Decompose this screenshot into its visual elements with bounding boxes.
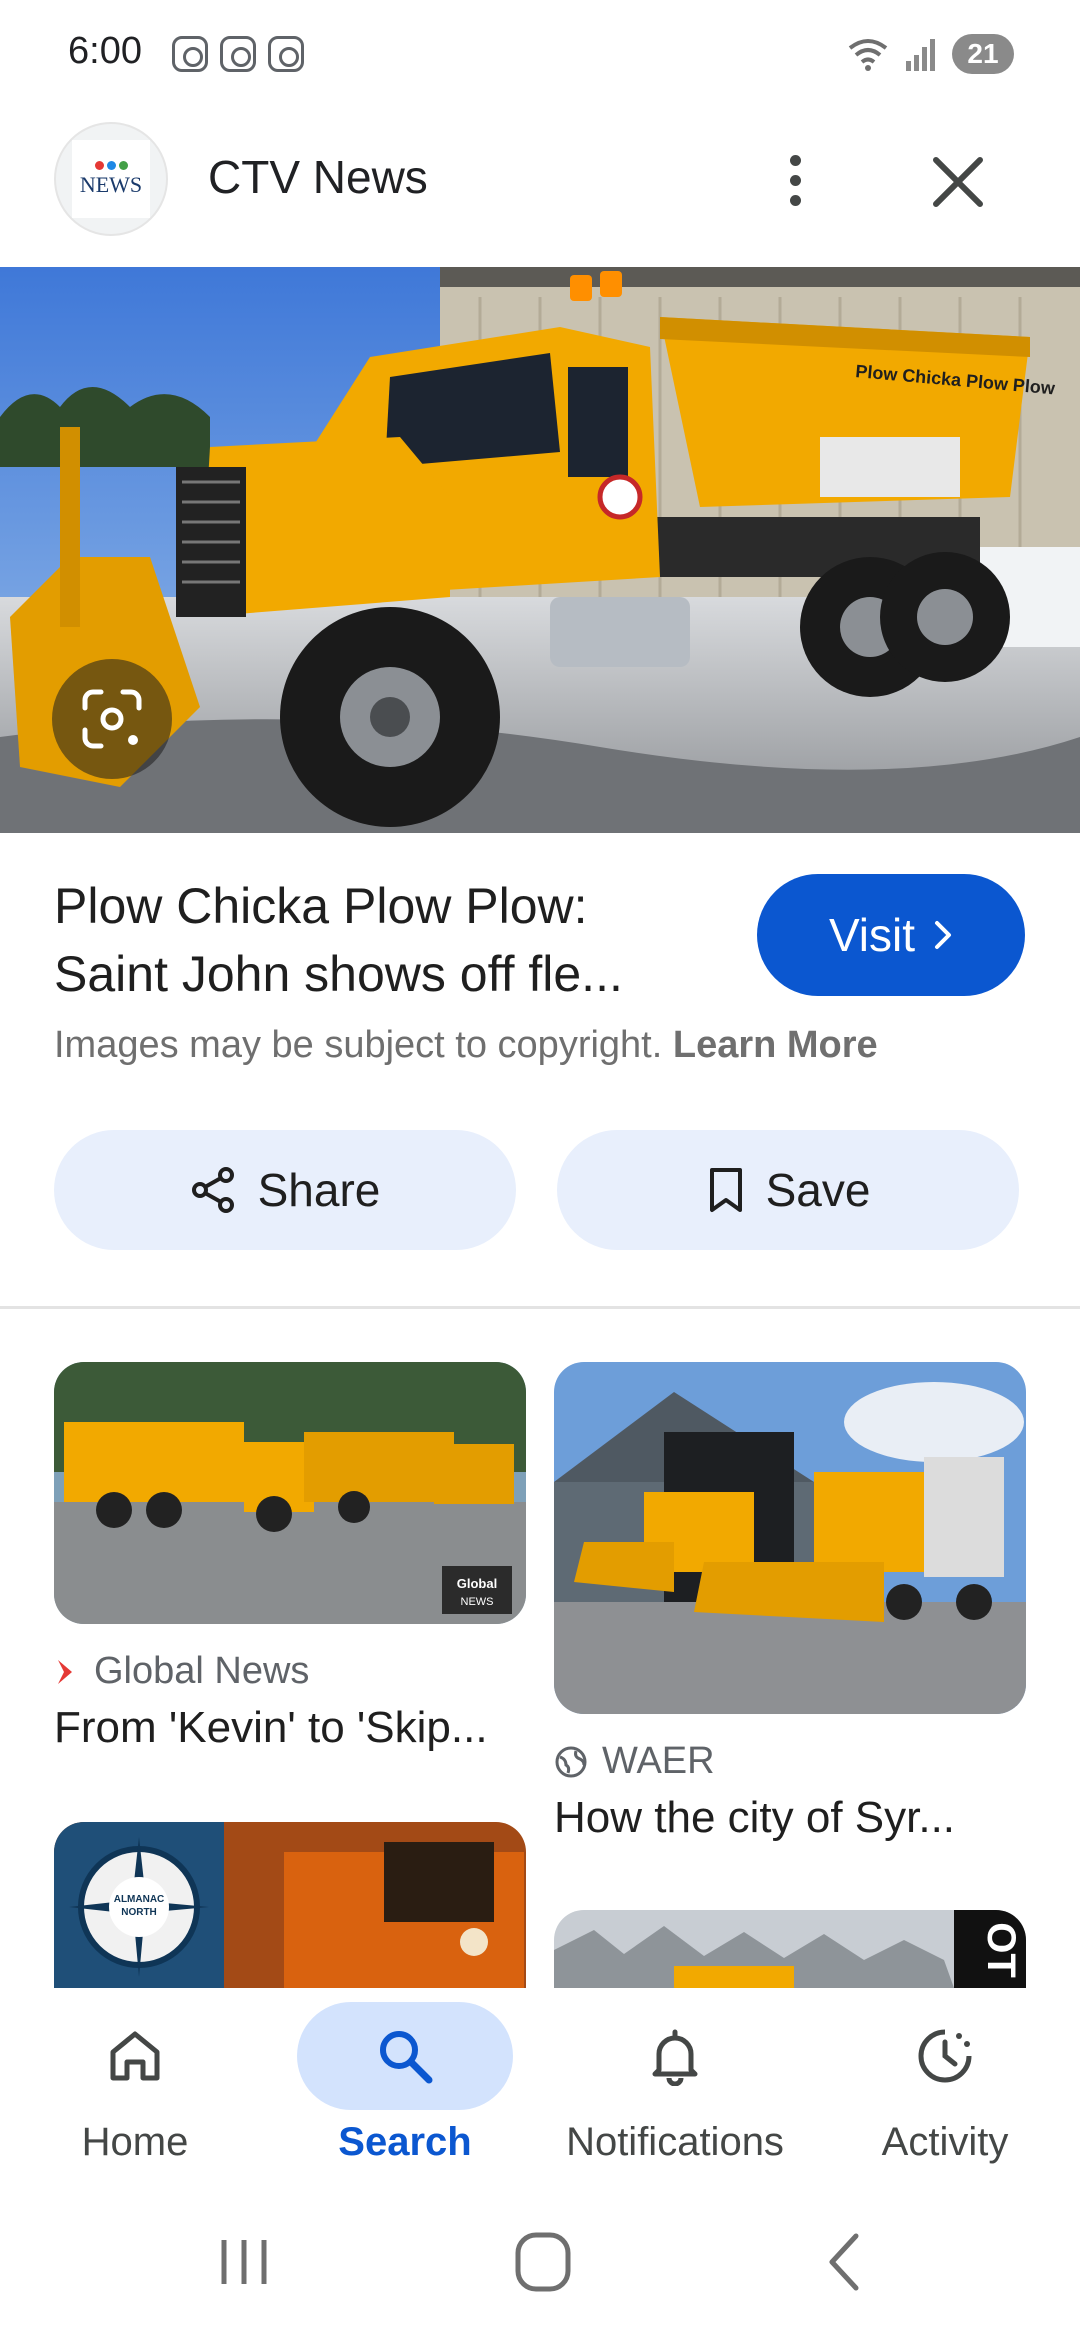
related-card[interactable]: WAER How the city of Syr...: [554, 1362, 1026, 1843]
visit-button[interactable]: Visit: [757, 874, 1025, 996]
activity-icon: [918, 2029, 972, 2083]
nav-search-pill: [297, 2002, 513, 2110]
copyright-notice: Images may be subject to copyright. Lear…: [54, 1024, 878, 1067]
signal-icon: [906, 39, 935, 71]
back-icon[interactable]: [820, 2230, 870, 2294]
google-lens-icon[interactable]: [52, 659, 172, 779]
source-logo[interactable]: NEWS: [54, 122, 168, 236]
related-source-name: WAER: [602, 1740, 715, 1782]
global-news-icon: [58, 1659, 72, 1684]
battery-indicator: 21: [952, 34, 1014, 74]
svg-text:ALMANAC: ALMANAC: [114, 1894, 165, 1905]
nav-activity[interactable]: Activity: [810, 1988, 1080, 2200]
nav-activity-label: Activity: [881, 2120, 1009, 2164]
chevron-right-icon: [935, 921, 952, 949]
wifi-icon: [848, 39, 888, 71]
more-vert-icon[interactable]: [775, 140, 815, 220]
screenshot-icon: [220, 36, 256, 72]
related-image: OT: [554, 1910, 1026, 1988]
status-bar: 6:00 21: [0, 0, 1080, 110]
visit-label: Visit: [828, 909, 916, 961]
share-button[interactable]: Share: [54, 1130, 516, 1250]
home-button-icon[interactable]: [513, 2230, 573, 2294]
nav-search-label: Search: [338, 2120, 472, 2164]
related-caption[interactable]: From 'Kevin' to 'Skip...: [54, 1703, 526, 1753]
status-system-icons: 21: [846, 34, 1014, 74]
recent-apps-icon[interactable]: [214, 2232, 274, 2292]
related-source: WAER: [554, 1740, 1026, 1783]
save-label: Save: [765, 1164, 871, 1216]
instagram-icon: [268, 36, 304, 72]
learn-more-link[interactable]: Learn More: [673, 1024, 878, 1066]
instagram-icon: [172, 36, 208, 72]
globe-icon: [555, 1746, 587, 1777]
bookmark-icon: [709, 1168, 742, 1212]
related-source: Global News: [54, 1650, 526, 1693]
related-image: ALMANAC NORTH: [54, 1822, 526, 1988]
nav-home-label: Home: [81, 2120, 189, 2164]
related-image: [554, 1362, 1026, 1714]
related-card[interactable]: Global NEWS Global News From 'Kevin' to …: [54, 1362, 526, 1753]
bottom-nav: Home Search Notifications Activity: [0, 1988, 1080, 2200]
status-notification-icons: [172, 36, 304, 72]
related-caption[interactable]: How the city of Syr...: [554, 1793, 1026, 1843]
nav-notifications-label: Notifications: [566, 2120, 784, 2164]
related-source-name: Global News: [94, 1650, 310, 1692]
svg-text:OT: OT: [979, 1922, 1023, 1978]
related-image: Global NEWS: [54, 1362, 526, 1624]
main-image[interactable]: Plow Chicka Plow Plow: [0, 267, 1080, 833]
close-icon[interactable]: [930, 140, 986, 220]
system-navigation-bar: [0, 2200, 1080, 2340]
copyright-text: Images may be subject to copyright.: [54, 1024, 663, 1066]
nav-home[interactable]: Home: [0, 1988, 270, 2200]
nav-notifications[interactable]: Notifications: [540, 1988, 810, 2200]
status-time: 6:00: [68, 30, 142, 72]
svg-text:Global: Global: [457, 1576, 497, 1591]
logo-text: NEWS: [79, 171, 143, 197]
divider: [0, 1306, 1080, 1309]
result-title[interactable]: Plow Chicka Plow Plow: Saint John shows …: [54, 872, 714, 1008]
nav-activity-pill: [837, 2002, 1053, 2110]
search-icon: [380, 2031, 433, 2084]
related-card[interactable]: OT: [554, 1910, 1026, 1988]
home-icon: [110, 2031, 160, 2081]
nav-home-pill: [27, 2002, 243, 2110]
svg-text:NEWS: NEWS: [461, 1596, 494, 1608]
nav-notifications-pill: [567, 2002, 783, 2110]
bell-icon: [652, 2029, 698, 2086]
save-button[interactable]: Save: [557, 1130, 1019, 1250]
share-icon: [191, 1167, 234, 1213]
svg-text:NORTH: NORTH: [121, 1907, 157, 1918]
source-header: NEWS CTV News: [0, 120, 1080, 260]
nav-search[interactable]: Search: [270, 1988, 540, 2200]
related-card[interactable]: ALMANAC NORTH: [54, 1822, 526, 1988]
source-name[interactable]: CTV News: [208, 150, 428, 204]
share-label: Share: [257, 1164, 381, 1216]
